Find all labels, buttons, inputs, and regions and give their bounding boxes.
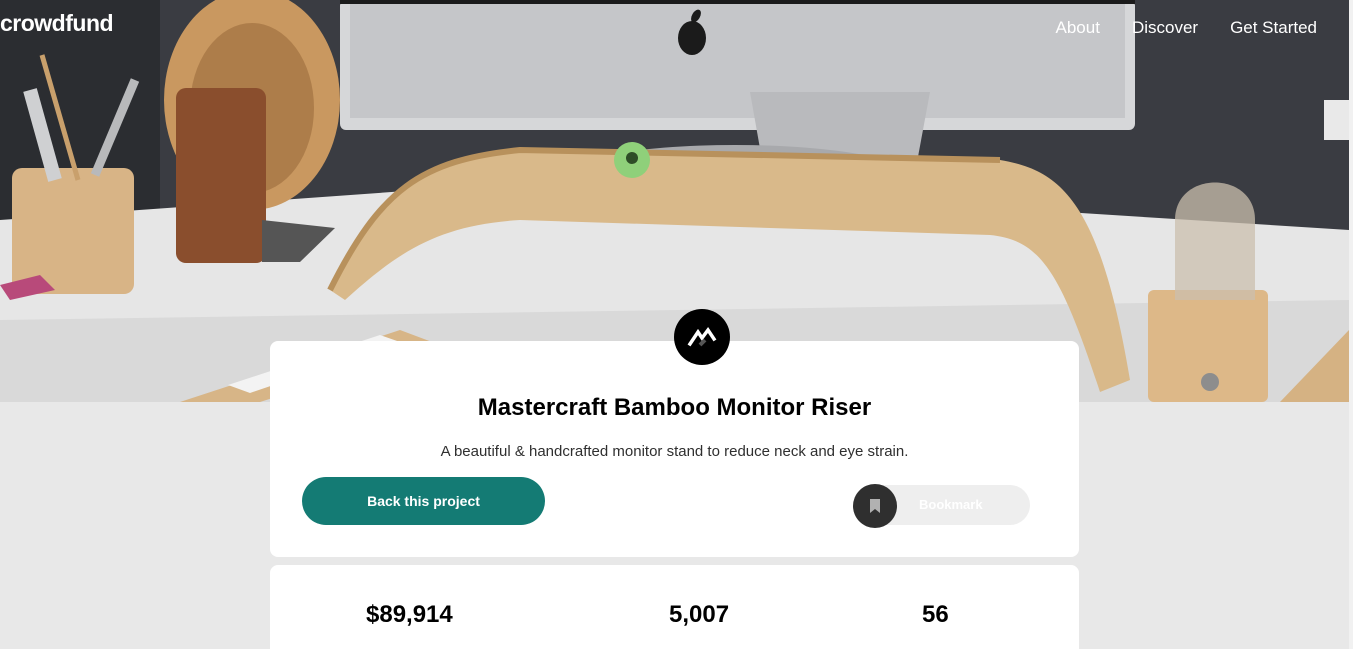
stats-card: $89,914 5,007 56 xyxy=(270,565,1079,649)
backed-amount: $89,914 xyxy=(366,601,453,628)
back-project-button[interactable]: Back this project xyxy=(302,477,545,525)
days-left: 56 xyxy=(922,601,949,628)
nav-discover-link[interactable]: Discover xyxy=(1132,18,1198,38)
bookmark-button[interactable]: Bookmark xyxy=(853,484,1030,528)
nav-about-link[interactable]: About xyxy=(1056,18,1100,38)
project-description: A beautiful & handcrafted monitor stand … xyxy=(440,443,909,460)
nav-get-started-link[interactable]: Get Started xyxy=(1230,18,1317,38)
mastercraft-logo-icon xyxy=(674,309,730,365)
brand-logo[interactable]: crowdfund xyxy=(0,10,114,37)
scrollbar[interactable] xyxy=(1349,0,1353,649)
bookmark-icon xyxy=(853,484,897,528)
main-nav: About Discover Get Started xyxy=(1056,18,1318,38)
bookmark-label: Bookmark xyxy=(919,497,983,512)
project-title: Mastercraft Bamboo Monitor Riser xyxy=(477,394,872,421)
project-card: Mastercraft Bamboo Monitor Riser A beaut… xyxy=(270,341,1079,557)
total-backers: 5,007 xyxy=(669,601,730,628)
